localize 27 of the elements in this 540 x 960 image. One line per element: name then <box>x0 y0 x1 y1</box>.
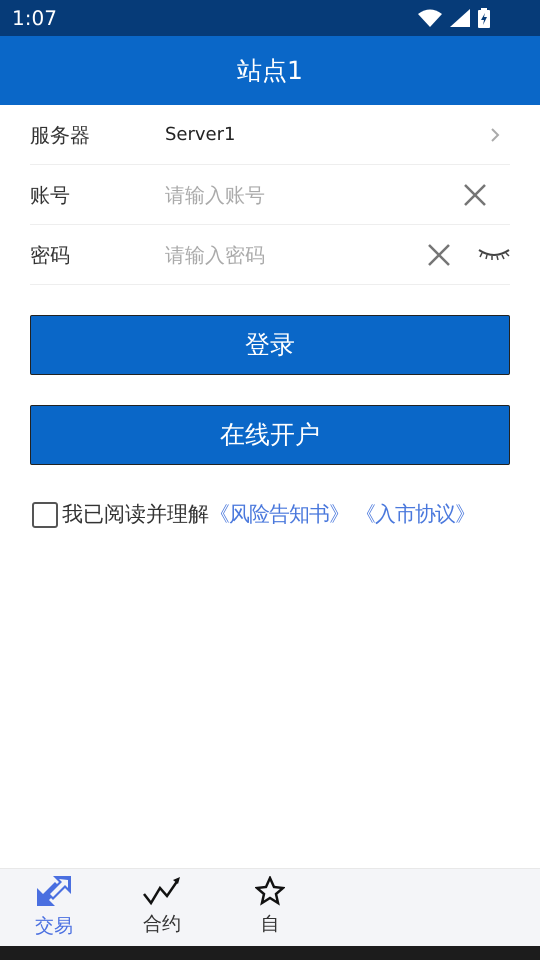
clear-icon[interactable] <box>464 184 486 206</box>
signal-icon <box>450 9 470 27</box>
agreement-link[interactable]: 《风险告知书》 <box>209 499 349 530</box>
line-chart-icon <box>143 876 181 906</box>
input-field[interactable]: 请输入密码 <box>165 240 428 270</box>
input-field[interactable]: 请输入账号 <box>165 180 464 210</box>
closed-eye-icon[interactable] <box>478 248 510 262</box>
agreement-text: 我已阅读并理解 <box>62 501 209 528</box>
field-label: 密码 <box>30 242 71 268</box>
server-select[interactable]: Server1 <box>165 121 490 148</box>
agreement-checkbox[interactable] <box>32 502 58 528</box>
star-icon <box>255 876 285 906</box>
nav-tab[interactable]: 交易 <box>0 869 108 946</box>
page-title: 站点1 <box>237 54 303 87</box>
status-time: 1:07 <box>12 5 57 32</box>
wifi-icon <box>418 9 442 27</box>
action-button[interactable]: 登录 <box>30 315 510 375</box>
field-label: 账号 <box>30 182 71 208</box>
clear-icon[interactable] <box>428 244 450 266</box>
nav-tab[interactable]: 自 <box>216 869 324 946</box>
nav-tab[interactable]: 合约 <box>108 869 216 946</box>
arrows-icon <box>35 874 73 908</box>
action-button[interactable]: 在线开户 <box>30 405 510 465</box>
field-label: 服务器 <box>30 122 91 148</box>
agreement-link[interactable]: 《入市协议》 <box>355 499 475 530</box>
battery-icon <box>478 8 490 28</box>
chevron-right-icon <box>490 126 500 142</box>
